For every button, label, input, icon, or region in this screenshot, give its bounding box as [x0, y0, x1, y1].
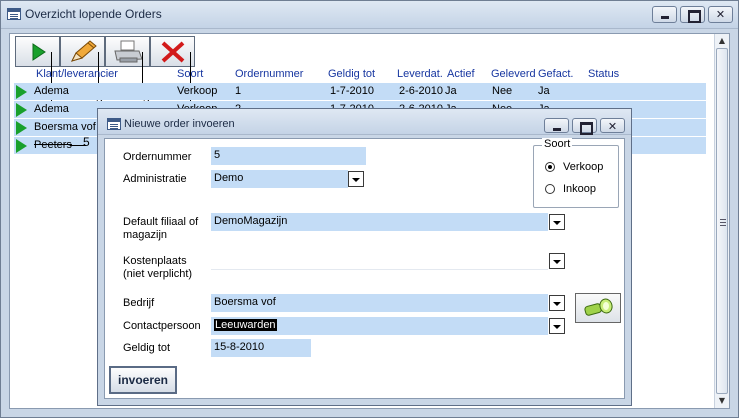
chevron-down-icon[interactable]	[549, 253, 565, 269]
scroll-down-icon[interactable]: ▼	[715, 394, 729, 408]
inkoop-label: Inkoop	[563, 183, 597, 195]
play-icon	[32, 42, 46, 61]
flashlight-icon	[584, 298, 613, 316]
kostenplaats-label-line2: (niet verplicht)	[123, 268, 193, 280]
filiaal-label-line1: Default filiaal of	[123, 216, 199, 228]
callout-5: 5	[83, 135, 90, 149]
administratie-label: Administratie	[123, 173, 187, 185]
printer-icon	[113, 40, 143, 62]
cell-leverdat: 2-6-2010	[399, 85, 444, 97]
invoeren-button[interactable]: invoeren	[109, 366, 177, 394]
cell-gefact: Ja	[538, 85, 550, 97]
minimize-button[interactable]	[544, 118, 569, 133]
cell-ordernummer: 1	[235, 85, 242, 97]
grip-icon	[720, 219, 726, 226]
inkoop-radio[interactable]	[545, 184, 555, 194]
main-title-bar[interactable]: Overzicht lopende Orders	[1, 1, 738, 29]
col-header-geldig-tot[interactable]: Geldig tot	[328, 68, 375, 80]
chevron-down-icon[interactable]	[348, 171, 364, 187]
col-header-geleverd[interactable]: Geleverd	[491, 68, 536, 80]
red-x-icon	[161, 41, 184, 62]
dialog-title: Nieuwe order invoeren	[124, 118, 235, 130]
filiaal-select[interactable]: DemoMagazijn	[211, 213, 548, 231]
delete-button[interactable]	[150, 36, 195, 67]
soort-group: Soort Verkoop Inkoop	[533, 138, 619, 208]
row-selector-icon[interactable]	[16, 85, 27, 99]
print-button[interactable]	[105, 36, 150, 67]
kostenplaats-select[interactable]	[211, 252, 548, 270]
bedrijf-label: Bedrijf	[123, 297, 155, 309]
col-header-klant[interactable]: Klant/leverancier	[36, 68, 118, 80]
geldig-tot-field[interactable]: 15-8-2010	[211, 339, 311, 357]
cell-klant: Adema	[34, 103, 69, 115]
cell-soort: Verkoop	[177, 85, 218, 97]
row-selector-icon[interactable]	[16, 121, 27, 135]
play-button[interactable]	[15, 36, 60, 67]
chevron-down-icon[interactable]	[549, 214, 565, 230]
cell-geleverd: Nee	[492, 85, 513, 97]
ordernummer-field[interactable]: 5	[211, 147, 366, 165]
geldig-tot-label: Geldig tot	[123, 342, 171, 354]
col-header-ordernummer[interactable]: Ordernummer	[235, 68, 303, 80]
col-header-soort[interactable]: Soort	[177, 68, 203, 80]
minimize-button[interactable]	[652, 6, 677, 23]
bedrijf-select[interactable]: Boersma vof	[211, 294, 548, 312]
cell-klant: Adema	[34, 85, 69, 97]
verkoop-label: Verkoop	[563, 161, 604, 173]
vertical-scrollbar[interactable]: ▲ ▼	[714, 34, 729, 408]
verkoop-radio[interactable]	[545, 162, 555, 172]
chevron-down-icon[interactable]	[549, 295, 565, 311]
form-icon	[107, 118, 121, 130]
col-header-status[interactable]: Status	[588, 68, 619, 80]
contactpersoon-label: Contactpersoon	[123, 320, 201, 332]
cell-actief: Ja	[445, 85, 457, 97]
main-window-title: Overzicht lopende Orders	[25, 7, 162, 21]
scroll-up-icon[interactable]: ▲	[715, 34, 729, 48]
col-header-leverdat[interactable]: Leverdat.	[397, 68, 443, 80]
administratie-select[interactable]: Demo	[211, 170, 348, 188]
filiaal-label-line2: magazijn	[123, 229, 168, 241]
row-selector-icon[interactable]	[16, 103, 27, 117]
close-button[interactable]	[708, 6, 733, 23]
toolbar	[15, 36, 195, 67]
form-icon	[7, 8, 21, 20]
table-row[interactable]: Adema Verkoop 1 1-7-2010 2-6-2010 Ja Nee…	[14, 83, 706, 100]
soort-group-title: Soort	[542, 138, 573, 150]
contactpersoon-select[interactable]: Leeuwarden	[211, 317, 548, 335]
maximize-button[interactable]	[572, 118, 597, 135]
col-header-gefact[interactable]: Gefact.	[538, 68, 573, 80]
cell-klant: Boersma vof	[34, 121, 96, 133]
new-order-dialog: Nieuwe order invoeren Ordernummer 5 Admi…	[97, 108, 632, 406]
maximize-button[interactable]	[680, 6, 705, 23]
contactpersoon-value: Leeuwarden	[214, 319, 277, 331]
chevron-down-icon[interactable]	[549, 318, 565, 334]
col-header-actief[interactable]: Actief	[447, 68, 475, 80]
pencil-icon	[70, 39, 97, 62]
scroll-thumb[interactable]	[716, 48, 728, 394]
cell-klant: Peeters	[34, 139, 72, 151]
close-button[interactable]	[600, 118, 625, 134]
dialog-title-bar[interactable]: Nieuwe order invoeren	[98, 109, 631, 135]
row-selector-icon[interactable]	[16, 139, 27, 153]
cell-geldig-tot: 1-7-2010	[330, 85, 375, 97]
kostenplaats-label-line1: Kostenplaats	[123, 255, 187, 267]
dialog-form: Ordernummer 5 Administratie Demo Soort V…	[104, 138, 625, 399]
flashlight-button[interactable]	[575, 293, 621, 323]
ordernummer-label: Ordernummer	[123, 151, 192, 163]
